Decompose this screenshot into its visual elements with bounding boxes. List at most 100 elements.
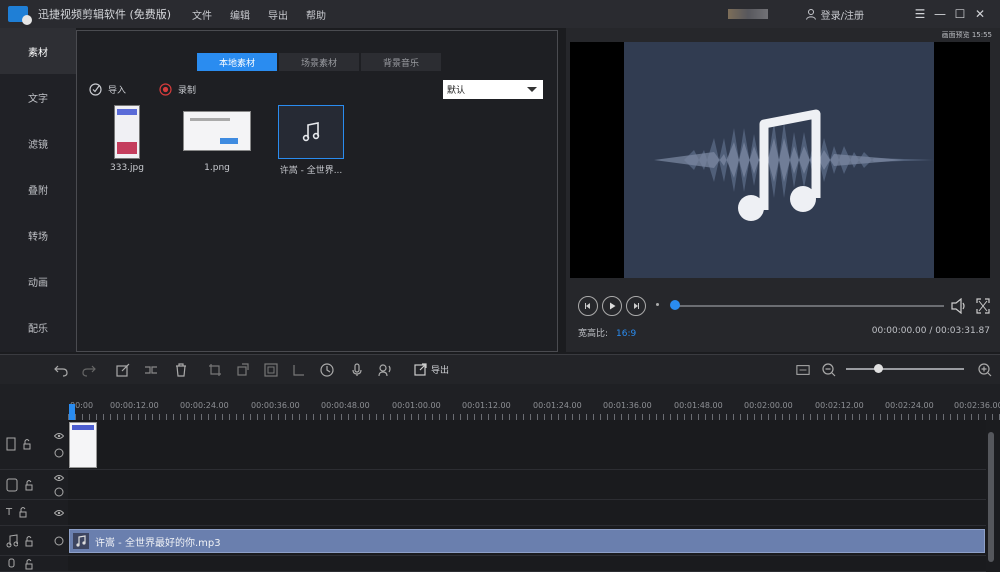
duration-icon[interactable]: [320, 363, 334, 377]
timeline-export-label: 导出: [431, 366, 450, 376]
timeline-vertical-scrollbar[interactable]: [988, 432, 994, 562]
app-title: 迅捷视频剪辑软件 (免费版): [38, 8, 172, 21]
delete-icon[interactable]: [174, 363, 188, 377]
zoom-out-icon[interactable]: [822, 363, 836, 377]
timeline-zoom-slider[interactable]: [846, 368, 964, 370]
audio-thumbnail: [278, 105, 344, 159]
sidebar-item-material[interactable]: 素材: [0, 28, 76, 74]
record-icon: [159, 83, 172, 96]
menu-file[interactable]: 文件: [192, 7, 230, 22]
play-button[interactable]: [602, 296, 622, 316]
sidebar-item-animation[interactable]: 动画: [0, 258, 76, 304]
menu-export[interactable]: 导出: [268, 7, 306, 22]
eye-icon[interactable]: [54, 509, 64, 517]
image-thumbnail: [183, 111, 251, 151]
video-canvas[interactable]: [570, 42, 990, 278]
close-icon[interactable]: ✕: [970, 7, 990, 21]
mosaic-icon[interactable]: [264, 363, 278, 377]
sidebar-item-transition[interactable]: 转场: [0, 212, 76, 258]
sidebar-item-music[interactable]: 配乐: [0, 304, 76, 350]
record-button[interactable]: 录制: [159, 83, 196, 96]
lock-icon[interactable]: [24, 558, 36, 570]
title-bar: 迅捷视频剪辑软件 (免费版) 文件 编辑 导出 帮助 登录/注册 ☰ — ☐ ✕: [0, 0, 1000, 28]
eye-icon[interactable]: [54, 474, 64, 482]
login-button[interactable]: 登录/注册: [805, 7, 864, 22]
tab-background-music[interactable]: 背景音乐: [361, 53, 441, 71]
fit-timeline-icon[interactable]: [796, 363, 810, 377]
aspect-ratio-label: 宽高比:: [578, 329, 609, 339]
sidebar-item-label: 配乐: [28, 323, 48, 335]
freeze-icon[interactable]: [292, 363, 306, 377]
timeline-export-button[interactable]: 导出: [414, 363, 449, 376]
aspect-ratio[interactable]: 宽高比: 16:9: [578, 326, 636, 339]
dubbing-icon[interactable]: [378, 363, 392, 377]
video-track[interactable]: [68, 420, 986, 470]
next-icon: [634, 303, 639, 309]
music-note-icon: [73, 533, 89, 549]
aspect-ratio-value: 16:9: [616, 329, 637, 339]
ruler-tick-label: 00:00:48.00: [321, 401, 370, 410]
mute-icon[interactable]: [54, 448, 64, 458]
import-button[interactable]: 导入: [89, 83, 126, 96]
media-item-333-jpg[interactable]: 333.jpg: [110, 105, 144, 173]
lock-icon[interactable]: [22, 438, 34, 450]
rotate-icon[interactable]: [236, 363, 250, 377]
split-icon[interactable]: [144, 363, 158, 377]
sort-dropdown[interactable]: 默认: [443, 80, 543, 99]
sidebar-item-overlay[interactable]: 叠附: [0, 166, 76, 212]
preview-clock: 画面预览 15:55: [941, 31, 992, 39]
preview-panel: 画面预览 15:55 宽高比: 16:9 00:00:00.00 / 00:03:…: [566, 28, 1000, 352]
next-frame-button[interactable]: [626, 296, 646, 316]
undo-icon[interactable]: [54, 363, 68, 377]
import-icon: [89, 83, 102, 96]
lock-icon[interactable]: [24, 479, 36, 491]
playback-progress-track[interactable]: [674, 305, 944, 307]
redo-icon[interactable]: [82, 363, 96, 377]
audio-clip-name: 许嵩 - 全世界最好的你.mp3: [95, 537, 221, 549]
menu-edit[interactable]: 编辑: [230, 7, 268, 22]
zoom-in-icon[interactable]: [978, 363, 992, 377]
tab-local-material[interactable]: 本地素材: [197, 53, 277, 71]
fullscreen-icon[interactable]: [976, 298, 990, 314]
mute-icon[interactable]: [54, 487, 64, 497]
volume-icon[interactable]: [950, 298, 968, 314]
ruler-tick-label: 00:02:36.00: [954, 401, 1000, 410]
sidebar-item-label: 叠附: [28, 185, 48, 197]
lock-icon[interactable]: [24, 535, 36, 547]
audio-cover-art: [624, 42, 934, 278]
menu-help[interactable]: 帮助: [306, 7, 344, 22]
tab-scene-material[interactable]: 场景素材: [279, 53, 359, 71]
app-logo-icon: [8, 6, 32, 25]
music-track-icon: [6, 534, 18, 548]
text-track[interactable]: [68, 500, 986, 526]
media-item-audio[interactable]: 许嵩 - 全世界...: [278, 105, 344, 176]
playhead-marker[interactable]: [69, 404, 75, 420]
video-track-icon: [6, 437, 16, 451]
overlay-track[interactable]: [68, 470, 986, 500]
ruler-tick-label: 00:02:00.00: [744, 401, 793, 410]
ruler-tick-label: 00:01:12.00: [462, 401, 511, 410]
timeline-zoom-knob[interactable]: [874, 364, 883, 373]
import-label: 导入: [108, 86, 127, 96]
dub-track[interactable]: [68, 556, 986, 572]
menu-icon[interactable]: ☰: [910, 7, 930, 21]
audio-clip[interactable]: 许嵩 - 全世界最好的你.mp3: [69, 529, 985, 553]
sidebar-item-text[interactable]: 文字: [0, 74, 76, 120]
eye-icon[interactable]: [54, 432, 64, 440]
overlay-track-icon: [6, 478, 18, 492]
mute-icon[interactable]: [54, 536, 64, 546]
ruler-tick-label: 00:01:48.00: [674, 401, 723, 410]
maximize-icon[interactable]: ☐: [950, 7, 970, 21]
previous-frame-button[interactable]: [578, 296, 598, 316]
microphone-icon[interactable]: [350, 363, 364, 377]
ruler-tick-label: 00:01:00.00: [392, 401, 441, 410]
playback-progress-knob[interactable]: [670, 300, 680, 310]
lock-icon[interactable]: [18, 506, 30, 518]
media-item-1-png[interactable]: 1.png: [183, 105, 251, 173]
edit-icon[interactable]: [116, 363, 130, 377]
timeline-ruler[interactable]: 00:00 00:00:12.00 00:00:24.00 00:00:36.0…: [68, 396, 1000, 420]
image-clip[interactable]: [69, 422, 97, 468]
minimize-icon[interactable]: —: [930, 7, 950, 21]
sidebar-item-filter[interactable]: 滤镜: [0, 120, 76, 166]
crop-icon[interactable]: [208, 363, 222, 377]
